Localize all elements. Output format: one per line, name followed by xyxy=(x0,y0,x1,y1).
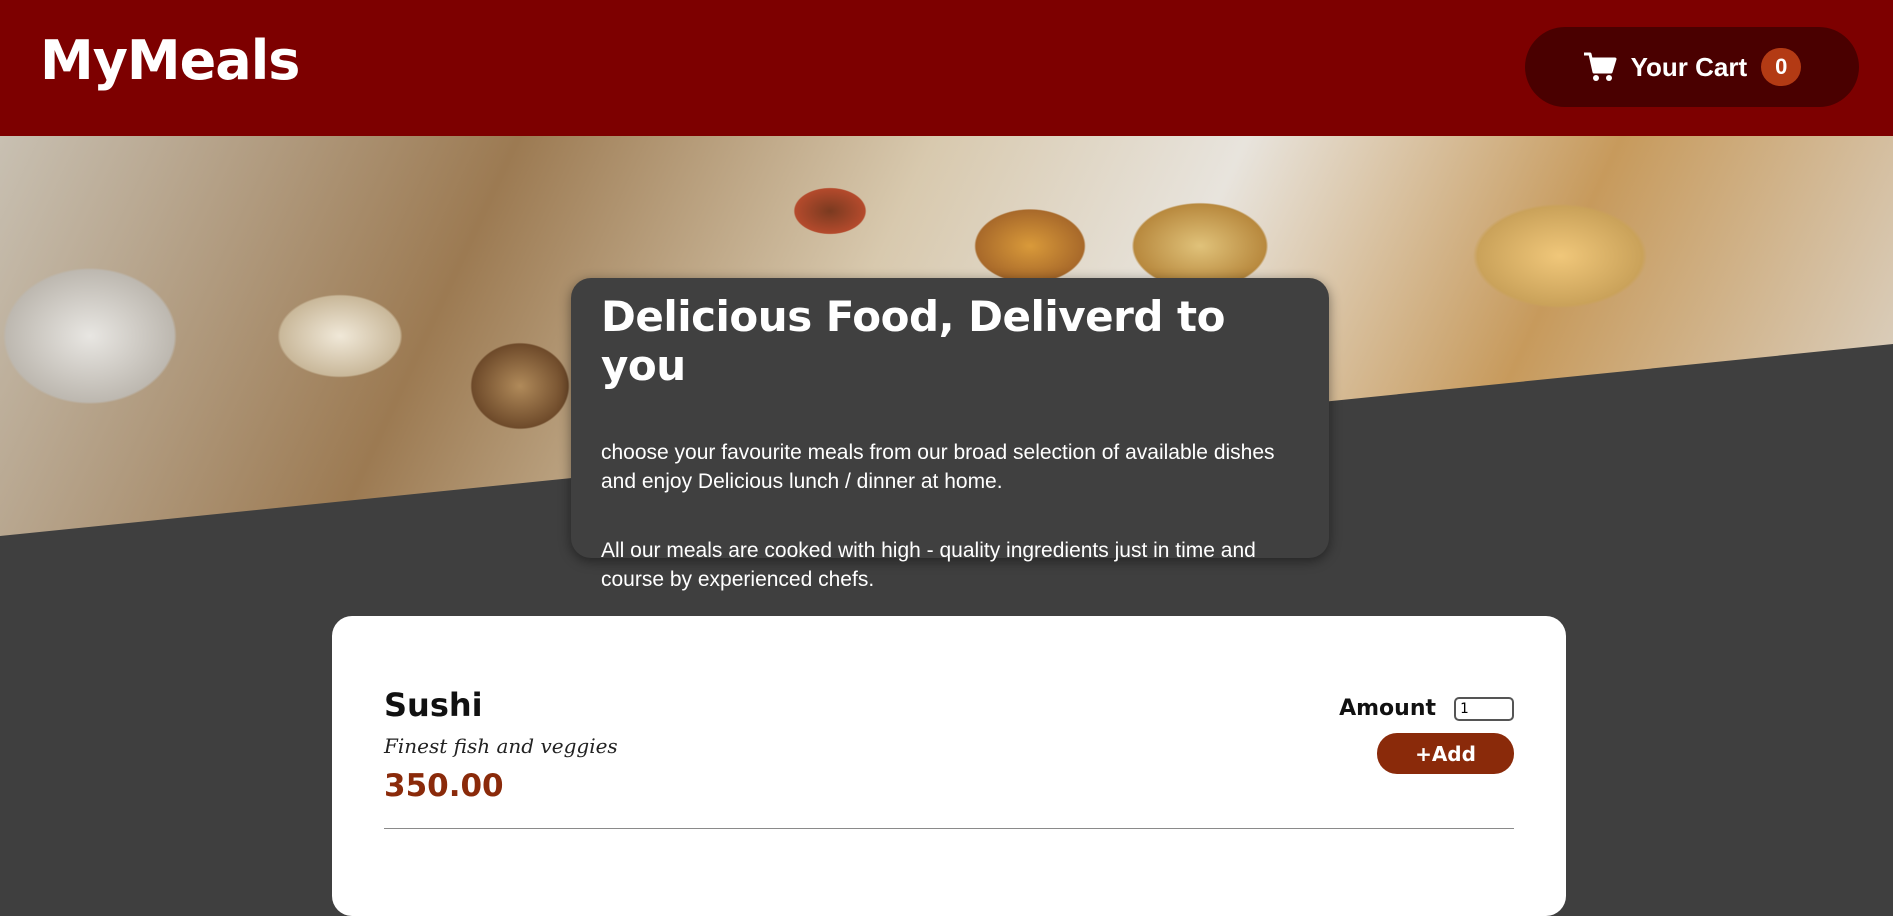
meal-info: Sushi Finest fish and veggies 350.00 xyxy=(384,686,618,804)
meal-description: Finest fish and veggies xyxy=(384,734,618,758)
meals-list-card: Sushi Finest fish and veggies 350.00 Amo… xyxy=(332,616,1566,916)
cart-button[interactable]: Your Cart 0 xyxy=(1525,27,1859,107)
hero-title: Delicious Food, Deliverd to you xyxy=(601,292,1226,390)
hero-summary-card: Delicious Food, Deliverd to you choose y… xyxy=(571,278,1329,591)
cart-count-badge: 0 xyxy=(1761,48,1802,86)
cart-icon xyxy=(1583,51,1617,83)
amount-input[interactable] xyxy=(1454,696,1514,721)
logo: MyMeals xyxy=(40,28,300,92)
meal-name: Sushi xyxy=(384,686,483,724)
meal-add-form: Amount +Add xyxy=(1339,686,1514,774)
meal-item: Sushi Finest fish and veggies 350.00 Amo… xyxy=(384,686,1514,829)
amount-label: Amount xyxy=(1339,696,1436,721)
cart-label: Your Cart xyxy=(1630,51,1748,82)
app-header: MyMeals Your Cart 0 xyxy=(0,0,1893,136)
amount-row: Amount xyxy=(1339,696,1514,721)
hero-paragraph-2: All our meals are cooked with high - qua… xyxy=(601,539,1256,591)
add-to-cart-button[interactable]: +Add xyxy=(1377,733,1514,774)
hero-paragraph-1: choose your favourite meals from our bro… xyxy=(601,441,1275,493)
meal-price: 350.00 xyxy=(384,768,504,804)
